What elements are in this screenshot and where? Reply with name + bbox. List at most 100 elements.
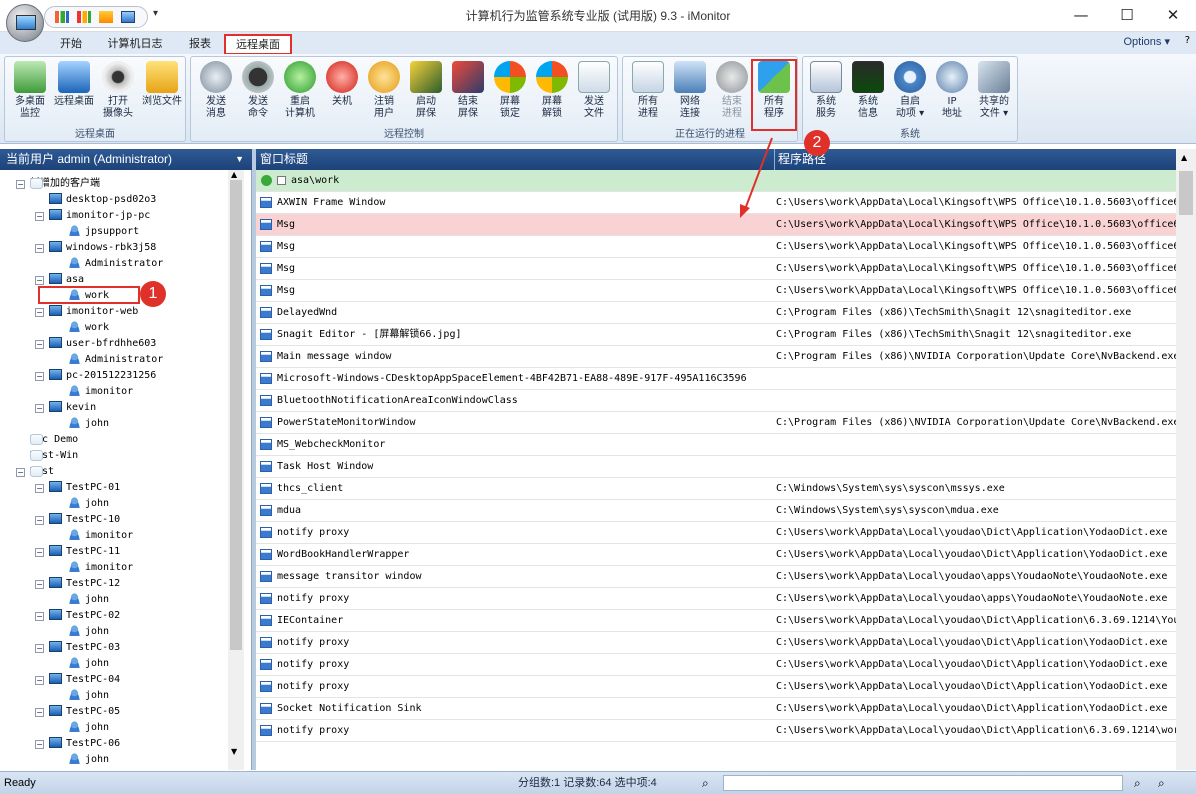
shared-files-button[interactable]: 共享的 文件 ▾ (973, 61, 1015, 129)
tree-node-user[interactable]: Administrator (68, 352, 163, 368)
tree-node-group[interactable]: Mac Demo (30, 432, 78, 448)
tree-node-pc[interactable]: imonitor-web (49, 304, 138, 320)
table-row[interactable]: message transitor window C:\Users\work\Ap… (256, 566, 1176, 588)
send-file-button[interactable]: 发送 文件 (573, 61, 615, 129)
tree-scroll-thumb[interactable] (230, 180, 242, 650)
send-message-button[interactable]: 发送 消息 (195, 61, 237, 129)
tree-node-pc[interactable]: TestPC-01 (49, 480, 120, 496)
send-command-button[interactable]: 发送 命令 (237, 61, 279, 129)
column-window-title[interactable]: 窗口标题 (260, 149, 308, 170)
tree-node-user[interactable]: john (68, 752, 109, 768)
system-info-button[interactable]: 系统 信息 (847, 61, 889, 129)
network-connections-button[interactable]: 网络 连接 (669, 61, 711, 129)
table-row[interactable]: MS_WebcheckMonitor (256, 434, 1176, 456)
table-row[interactable]: notify proxy C:\Users\work\AppData\Local\… (256, 588, 1176, 610)
table-row[interactable]: PowerStateMonitorWindow C:\Program Files … (256, 412, 1176, 434)
table-row[interactable]: notify proxy C:\Users\work\AppData\Local\… (256, 654, 1176, 676)
tree-node-user[interactable]: jpsupport (68, 224, 139, 240)
startup-items-button[interactable]: 自启 动项 ▾ (889, 61, 931, 129)
search-icon[interactable]: ⌕ (702, 772, 709, 794)
tree-expander-icon[interactable]: − (35, 580, 44, 589)
tree-expander-icon[interactable]: − (16, 180, 25, 189)
help-icon[interactable]: ? (1185, 35, 1190, 46)
app-menu-button[interactable] (6, 4, 44, 42)
tree-node-pc[interactable]: TestPC-02 (49, 608, 120, 624)
tree-node-pc[interactable]: TestPC-11 (49, 544, 120, 560)
table-row[interactable]: thcs_client C:\Windows\System\sys\syscon\… (256, 478, 1176, 500)
checkbox-icon[interactable] (277, 176, 286, 185)
tree-node-pc[interactable]: TestPC-04 (49, 672, 120, 688)
tree-node-group[interactable]: Test (30, 464, 54, 480)
tree-expander-icon[interactable]: − (35, 372, 44, 381)
tree-node-user[interactable]: work (68, 320, 109, 336)
scroll-down-icon[interactable]: ▼ (231, 747, 237, 756)
tree-expander-icon[interactable]: − (35, 276, 44, 285)
group-row[interactable]: asa\work (256, 170, 1176, 192)
table-row[interactable]: Msg C:\Users\work\AppData\Local\Kingsoft\… (256, 236, 1176, 258)
zoom-in-icon[interactable]: ⌕ (1134, 772, 1141, 794)
tree-scrollbar[interactable]: ▲ ▼ (228, 170, 244, 770)
tab-reports[interactable]: 报表 (180, 35, 220, 54)
minimize-button[interactable]: — (1058, 0, 1104, 32)
restart-computer-button[interactable]: 重启 计算机 (279, 61, 321, 129)
tree-expander-icon[interactable]: − (35, 404, 44, 413)
table-row[interactable]: AXWIN Frame Window C:\Users\work\AppData\… (256, 192, 1176, 214)
lock-screen-button[interactable]: 屏幕 锁定 (489, 61, 531, 129)
browse-files-button[interactable]: 浏览文件 (141, 61, 183, 129)
system-services-button[interactable]: 系统 服务 (805, 61, 847, 129)
table-row[interactable]: Msg C:\Users\work\AppData\Local\Kingsoft\… (256, 280, 1176, 302)
open-camera-button[interactable]: 打开 摄像头 (97, 61, 139, 129)
all-programs-button[interactable]: 所有 程序 (751, 59, 797, 131)
table-row[interactable]: notify proxy C:\Users\work\AppData\Local\… (256, 522, 1176, 544)
table-row[interactable]: notify proxy C:\Users\work\AppData\Local\… (256, 632, 1176, 654)
tree-node-pc[interactable]: TestPC-05 (49, 704, 120, 720)
table-row[interactable]: Main message window C:\Program Files (x86… (256, 346, 1176, 368)
tree-node-pc[interactable]: kevin (49, 400, 96, 416)
end-process-button[interactable]: 结束 进程 (711, 61, 753, 129)
tree-expander-icon[interactable]: − (35, 340, 44, 349)
search-input[interactable] (723, 775, 1123, 791)
tree-expander-icon[interactable]: − (35, 644, 44, 653)
table-row[interactable]: WordBookHandlerWrapper C:\Users\work\AppD… (256, 544, 1176, 566)
collapse-icon[interactable] (261, 175, 272, 186)
tree-node-pc[interactable]: TestPC-10 (49, 512, 120, 528)
tree-expander-icon[interactable]: − (16, 468, 25, 477)
tree-node-user[interactable]: imonitor (68, 560, 133, 576)
tree-expander-icon[interactable]: − (35, 484, 44, 493)
table-row[interactable]: notify proxy C:\Users\work\AppData\Local\… (256, 720, 1176, 742)
tree-node-user[interactable]: john (68, 592, 109, 608)
scroll-up-icon[interactable]: ▲ (1181, 153, 1187, 162)
tree-node-group[interactable]: Test-Win (30, 448, 78, 464)
table-row[interactable]: Msg C:\Users\work\AppData\Local\Kingsoft\… (256, 214, 1176, 236)
all-processes-button[interactable]: 所有 进程 (627, 61, 669, 129)
tree-node-user[interactable]: john (68, 496, 109, 512)
tree-expander-icon[interactable]: − (35, 708, 44, 717)
table-row[interactable]: Socket Notification Sink C:\Users\work\Ap… (256, 698, 1176, 720)
tree-expander-icon[interactable]: − (35, 516, 44, 525)
tree-node-user[interactable]: imonitor (68, 528, 133, 544)
tree-expander-icon[interactable]: − (35, 212, 44, 221)
tree-node-pc[interactable]: pc-201512231256 (49, 368, 156, 384)
tree-node-user[interactable]: imonitor (68, 384, 133, 400)
tree-expander-icon[interactable]: − (35, 676, 44, 685)
tree-node-user[interactable]: john (68, 656, 109, 672)
tab-remote-desktop[interactable]: 远程桌面 (224, 34, 292, 55)
list-scrollbar[interactable]: ▲ (1176, 149, 1196, 770)
zoom-out-icon[interactable]: ⌕ (1158, 772, 1165, 794)
tree-expander-icon[interactable]: − (35, 548, 44, 557)
maximize-button[interactable]: ☐ (1104, 0, 1150, 32)
unlock-screen-button[interactable]: 屏幕 解锁 (531, 61, 573, 129)
tree-node-user[interactable]: john (68, 720, 109, 736)
table-row[interactable]: Microsoft-Windows-CDesktopAppSpaceElemen… (256, 368, 1176, 390)
tree-node-user[interactable]: john (68, 624, 109, 640)
current-user-header[interactable]: 当前用户 admin (Administrator) ▼ (0, 149, 252, 170)
tree-expander-icon[interactable]: − (35, 740, 44, 749)
table-row[interactable]: DelayedWnd C:\Program Files (x86)\TechSmi… (256, 302, 1176, 324)
start-screensaver-button[interactable]: 启动 屏保 (405, 61, 447, 129)
tree-node-pc[interactable]: TestPC-03 (49, 640, 120, 656)
shutdown-button[interactable]: 关机 (321, 61, 363, 129)
tab-computer-log[interactable]: 计算机日志 (102, 35, 168, 54)
tree-node-pc[interactable]: TestPC-06 (49, 736, 120, 752)
table-row[interactable]: Task Host Window (256, 456, 1176, 478)
tree-expander-icon[interactable]: − (35, 244, 44, 253)
